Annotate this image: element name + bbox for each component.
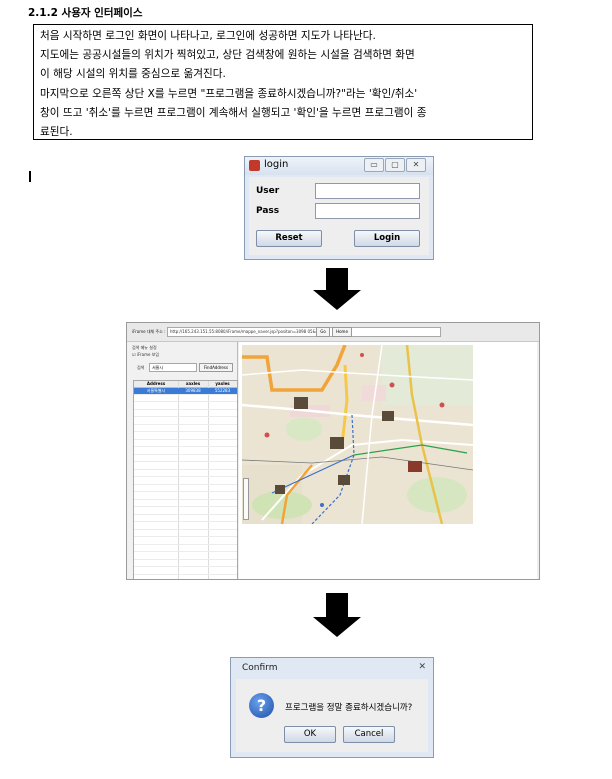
pass-input[interactable] xyxy=(315,203,420,219)
search-label: 검색 xyxy=(137,365,145,370)
table-cell: 서울특별시 xyxy=(146,388,166,393)
confirm-message: 프로그램을 정말 종료하시겠습니까? xyxy=(285,703,413,713)
map-view[interactable] xyxy=(239,342,537,579)
table-header[interactable]: Address xyxy=(134,381,178,388)
paragraph-line: 처음 시작하면 로그인 화면이 나타나고, 로그인에 성공하면 지도가 나타난다… xyxy=(40,30,376,42)
table-header[interactable]: yaxles xyxy=(208,381,237,388)
ok-button[interactable]: OK xyxy=(284,726,336,743)
empty-table-row xyxy=(134,493,237,500)
search-panel: 검색 메뉴 설정 ☑ iFrame 보임 검색 서울시 FindAddress … xyxy=(127,342,238,579)
map-image[interactable] xyxy=(242,345,473,524)
user-label: User xyxy=(256,186,280,196)
search-input[interactable]: 서울시 xyxy=(149,363,197,372)
empty-table-row xyxy=(134,440,237,447)
question-icon: ? xyxy=(249,693,274,718)
text-cursor xyxy=(29,171,31,182)
empty-table-row xyxy=(134,538,237,545)
empty-table-row xyxy=(134,515,237,522)
login-window: login ▭ ▢ ✕ User Pass Reset Login xyxy=(244,156,434,260)
empty-table-row xyxy=(134,575,237,579)
find-address-button[interactable]: FindAddress xyxy=(199,363,233,372)
empty-table-row xyxy=(134,485,237,492)
empty-table-row xyxy=(134,418,237,425)
empty-table-row xyxy=(134,395,237,402)
url-label: iFrame 대체 주소 : xyxy=(132,329,166,334)
confirm-dialog: Confirm ✕ ? 프로그램을 정말 종료하시겠습니까? OK Cancel xyxy=(230,657,434,758)
address-bar: iFrame 대체 주소 : http://165.243.151.55:808… xyxy=(127,323,539,342)
pass-label: Pass xyxy=(256,206,280,216)
empty-table-row xyxy=(134,568,237,575)
confirm-title: Confirm xyxy=(242,663,278,673)
empty-table-row xyxy=(134,560,237,567)
table-row[interactable]: 서울특별시 309838 552283 xyxy=(134,388,237,395)
empty-table-row xyxy=(134,403,237,410)
close-button[interactable]: ✕ xyxy=(406,158,426,172)
empty-table-row xyxy=(134,410,237,417)
minimize-button[interactable]: ▭ xyxy=(364,158,384,172)
paragraph-line: 료된다. xyxy=(40,126,73,139)
empty-table-row xyxy=(134,425,237,432)
java-app-icon xyxy=(249,160,260,171)
empty-table-row xyxy=(134,463,237,470)
table-cell: 309838 xyxy=(185,388,201,393)
zoom-slider[interactable] xyxy=(243,478,249,520)
login-title: login xyxy=(264,159,289,170)
login-title-bar[interactable]: login ▭ ▢ ✕ xyxy=(245,157,433,175)
empty-table-row xyxy=(134,470,237,477)
empty-table-row xyxy=(134,478,237,485)
empty-table-row xyxy=(134,523,237,530)
close-icon[interactable]: ✕ xyxy=(418,662,426,672)
user-input[interactable] xyxy=(315,183,420,199)
empty-table-row xyxy=(134,553,237,560)
confirm-body: ? 프로그램을 정말 종료하시겠습니까? OK Cancel xyxy=(236,679,428,752)
go-button[interactable]: Go xyxy=(316,327,330,337)
paragraph-line: 이 해당 시설의 위치를 중심으로 옮겨진다. xyxy=(40,68,226,81)
checkbox-icon: ☑ xyxy=(132,352,136,357)
table-header[interactable]: xaxles xyxy=(178,381,208,388)
paragraph-line: 지도에는 공공시설들의 위치가 찍혀있고, 상단 검색창에 원하는 시설을 검색… xyxy=(40,49,415,62)
reset-button[interactable]: Reset xyxy=(256,230,322,247)
home-button[interactable]: Home xyxy=(332,327,352,337)
cancel-button[interactable]: Cancel xyxy=(343,726,395,743)
iframe-checkbox[interactable]: ☑ iFrame 보임 xyxy=(132,352,159,358)
empty-table-row xyxy=(134,455,237,462)
empty-table-row xyxy=(134,448,237,455)
description-box: 처음 시작하면 로그인 화면이 나타나고, 로그인에 성공하면 지도가 나타난다… xyxy=(33,24,533,140)
results-table: Address xaxles yaxles 서울특별시 309838 55228… xyxy=(133,380,238,579)
iframe-checkbox-label: iFrame 보임 xyxy=(136,352,160,357)
paragraph-line: 마지막으로 오른쪽 상단 X를 누르면 "프로그램을 종료하시겠습니까?"라는 … xyxy=(40,87,418,100)
paragraph-line: 창이 뜨고 '취소'를 누르면 프로그램이 계속해서 실행되고 '확인'을 누르… xyxy=(40,106,427,119)
option-label: 검색 메뉴 설정 xyxy=(132,345,157,350)
login-body: User Pass Reset Login xyxy=(249,177,429,255)
maximize-button[interactable]: ▢ xyxy=(385,158,405,172)
map-app-window: iFrame 대체 주소 : http://165.243.151.55:808… xyxy=(126,322,540,580)
login-button[interactable]: Login xyxy=(354,230,420,247)
empty-table-row xyxy=(134,530,237,537)
empty-table-row xyxy=(134,508,237,515)
section-heading: 2.1.2 사용자 인터페이스 xyxy=(28,7,143,19)
empty-table-row xyxy=(134,433,237,440)
empty-table-row xyxy=(134,500,237,507)
url-input[interactable]: http://165.243.151.55:8080/iFrame/mappe_… xyxy=(167,327,441,337)
empty-table-row xyxy=(134,545,237,552)
table-cell: 552283 xyxy=(214,388,231,393)
